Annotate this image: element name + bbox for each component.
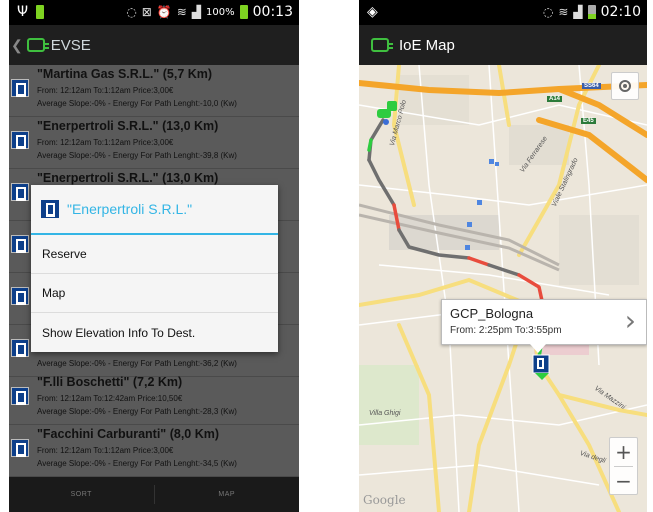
info-window-title: GCP_Bologna xyxy=(450,306,534,321)
station-options-dialog: "Enerpertroli S.R.L." Reserve Map Show E… xyxy=(31,185,278,352)
action-bar: IoE Map xyxy=(359,25,647,65)
back-chevron-icon[interactable]: ❮ xyxy=(11,37,23,54)
ss64-shield: SS64 xyxy=(582,83,601,89)
list-item[interactable]: "Martina Gas S.R.L." (5,7 Km) From: 12:1… xyxy=(9,65,299,117)
zoom-in-button[interactable]: + xyxy=(610,438,637,466)
charging-station-icon xyxy=(11,183,29,201)
location-icon: ◈ xyxy=(367,4,378,20)
station-name: "Enerpertroli S.R.L." (13,0 Km) xyxy=(37,171,219,185)
battery-icon xyxy=(239,5,248,19)
charging-station-icon xyxy=(41,200,59,218)
ev-logo-icon[interactable] xyxy=(371,38,393,52)
zoom-controls: + − xyxy=(609,437,638,495)
charging-station-icon xyxy=(11,439,29,457)
battery-icon xyxy=(587,5,596,19)
page-title: EVSE xyxy=(50,36,91,54)
station-time-price: From: 12:12am To:1:12am Price:3,00€ xyxy=(37,446,174,455)
usb-icon: Ψ xyxy=(17,4,29,20)
wifi-icon: ≋ xyxy=(176,5,187,19)
my-location-button[interactable] xyxy=(611,72,639,100)
map-canvas xyxy=(359,65,647,512)
dialog-title: "Enerpertroli S.R.L." xyxy=(67,201,193,217)
road-label: Villa Ghigi xyxy=(369,410,401,417)
station-energy: Average Slope:-0% - Energy For Path Leng… xyxy=(37,151,237,160)
charging-station-icon xyxy=(11,131,29,149)
e45-shield: E45 xyxy=(581,118,596,124)
signal-icon: ▟ xyxy=(191,5,202,19)
sort-button[interactable]: SORT xyxy=(9,477,154,512)
charging-station-icon xyxy=(11,235,29,253)
status-bar: Ψ ◌ ⊠ ⏰ ≋ ▟ 100% 00:13 xyxy=(9,0,299,25)
bottom-action-bar: SORT MAP xyxy=(9,477,299,512)
map-view[interactable]: A14 SS64 E45 Via Marco Polo Via Ferrares… xyxy=(359,65,647,512)
station-name: "Enerpertroli S.R.L." (13,0 Km) xyxy=(37,119,219,133)
wifi-icon: ≋ xyxy=(558,5,569,19)
zoom-out-button[interactable]: − xyxy=(610,467,637,495)
nfc-icon: ⊠ xyxy=(141,5,152,19)
charging-station-icon xyxy=(11,287,29,305)
status-time: 02:10 xyxy=(600,4,641,20)
mute-icon: ◌ xyxy=(126,5,137,19)
battery-percent: 100% xyxy=(206,6,235,18)
station-name: "Facchini Carburanti" (8,0 Km) xyxy=(37,427,220,441)
action-bar: ❮ EVSE xyxy=(9,25,299,65)
page-title: IoE Map xyxy=(399,36,455,54)
map-option[interactable]: Map xyxy=(31,274,278,313)
list-item[interactable]: "Enerpertroli S.R.L." (13,0 Km) From: 12… xyxy=(9,117,299,169)
station-name: "Martina Gas S.R.L." (5,7 Km) xyxy=(37,67,213,81)
station-time-price: From: 12:12am To:12:42am Price:10,50€ xyxy=(37,394,183,403)
crosshair-icon xyxy=(619,80,631,92)
chevron-right-icon[interactable]: › xyxy=(625,306,636,336)
info-window-subtitle: From: 2:25pm To:3:55pm xyxy=(450,325,562,336)
dialog-header: "Enerpertroli S.R.L." xyxy=(31,185,278,235)
station-energy: Average Slope:-0% - Energy For Path Leng… xyxy=(37,99,237,108)
alarm-icon: ⏰ xyxy=(156,5,172,19)
a14-shield: A14 xyxy=(547,96,563,102)
status-time: 00:13 xyxy=(252,4,293,20)
charging-station-icon xyxy=(11,79,29,97)
station-energy: Average Slope:-0% - Energy For Path Leng… xyxy=(37,359,237,368)
station-energy: Average Slope:-0% - Energy For Path Leng… xyxy=(37,459,237,468)
station-time-price: From: 12:12am To:1:12am Price:3,00€ xyxy=(37,86,174,95)
station-info-window[interactable]: GCP_Bologna From: 2:25pm To:3:55pm › xyxy=(441,299,647,353)
list-item[interactable]: "F.lli Boschetti" (7,2 Km) From: 12:12am… xyxy=(9,373,299,425)
status-bar: ◈ ◌ ≋ ▟ 02:10 xyxy=(359,0,647,25)
evse-list-screen: Ψ ◌ ⊠ ⏰ ≋ ▟ 100% 00:13 ❮ EVSE "Martina G… xyxy=(9,0,299,512)
signal-icon: ▟ xyxy=(573,5,583,19)
charging-station-icon xyxy=(11,387,29,405)
battery-notification-icon xyxy=(36,5,45,19)
google-logo: Google xyxy=(363,493,406,507)
ioe-map-screen: ◈ ◌ ≋ ▟ 02:10 IoE Map A14 SS64 E45 Via M… xyxy=(359,0,647,512)
station-name: "F.lli Boschetti" (7,2 Km) xyxy=(37,375,183,389)
list-item[interactable]: "Facchini Carburanti" (8,0 Km) From: 12:… xyxy=(9,425,299,477)
charging-station-icon xyxy=(11,339,29,357)
station-time-price: From: 12:12am To:1:12am Price:3,00€ xyxy=(37,138,174,147)
mute-icon: ◌ xyxy=(542,5,554,19)
station-energy: Average Slope:-0% - Energy For Path Leng… xyxy=(37,407,237,416)
map-button[interactable]: MAP xyxy=(155,477,300,512)
elevation-info-option[interactable]: Show Elevation Info To Dest. xyxy=(31,313,278,352)
ev-logo-icon[interactable] xyxy=(26,38,49,52)
reserve-option[interactable]: Reserve xyxy=(31,235,278,274)
